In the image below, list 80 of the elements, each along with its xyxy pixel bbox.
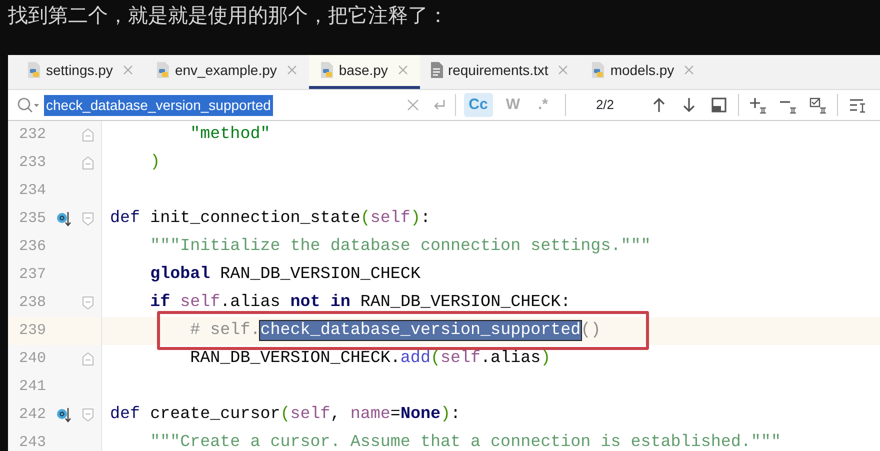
fold-icon <box>82 296 94 310</box>
close-icon <box>682 63 696 77</box>
code-token: ) <box>440 405 451 424</box>
code-token: init_connection_state <box>150 209 360 228</box>
code-token: """Initialize the database connection settings.""" <box>150 237 651 256</box>
line-number: 240 <box>18 348 46 369</box>
code-token: RAN_DB_VERSION_CHECK <box>220 265 420 284</box>
code-token: : <box>450 405 461 424</box>
code-token: global <box>150 265 210 284</box>
code-token: not in <box>290 293 350 312</box>
file-tab[interactable]: requirements.txt <box>420 55 580 89</box>
code-token: () <box>580 321 601 340</box>
file-tab[interactable]: env_example.py <box>144 55 309 89</box>
code-token: ) <box>410 209 420 228</box>
select-all-occurrences-icon <box>809 96 827 114</box>
code-token: : <box>420 209 430 228</box>
line-number: 232 <box>18 124 46 145</box>
search-field[interactable]: check_database_version_supported <box>44 94 273 116</box>
search-match: check_database_version_supported <box>260 321 581 340</box>
text-file-icon <box>430 61 444 79</box>
line-number: 235 <box>18 208 46 229</box>
clear-icon <box>404 97 421 113</box>
file-tab[interactable]: models.py <box>580 55 706 89</box>
code-token: ( <box>430 349 440 368</box>
code-token: def <box>110 405 142 424</box>
file-tab[interactable]: settings.py <box>16 55 145 89</box>
code-token: ( <box>360 209 370 228</box>
override-marker-icon <box>56 406 72 424</box>
fold-icon <box>82 408 94 422</box>
code-token: if <box>150 293 170 312</box>
code-token: """Create a cursor. Assume that a connection is established.""" <box>150 433 781 451</box>
line-number: 236 <box>18 236 46 257</box>
line-number: 241 <box>18 376 46 397</box>
code-token: self <box>440 349 481 368</box>
line-number: 239 <box>18 320 46 341</box>
python-file-icon <box>318 61 335 79</box>
code-token: # self. <box>190 321 260 340</box>
code-token: self <box>180 293 220 312</box>
code-token: def <box>110 209 142 228</box>
line-number: 242 <box>18 404 46 425</box>
code-token: ) <box>540 349 551 368</box>
square-icon <box>710 96 728 114</box>
code-token: name <box>350 405 390 424</box>
override-marker-icon <box>56 210 72 228</box>
code-token: .alias <box>480 349 541 368</box>
code-token: RAN_DB_VERSION_CHECK: <box>360 293 571 312</box>
close-icon <box>396 63 410 77</box>
close-icon <box>120 63 135 77</box>
code-token: , <box>330 405 342 424</box>
line-number: 233 <box>18 152 46 173</box>
python-file-icon <box>154 61 171 79</box>
close-icon <box>556 63 570 77</box>
match-count: 2/2 <box>594 96 616 114</box>
code-token: .alias <box>220 293 282 312</box>
line-number: 243 <box>18 432 46 451</box>
line-number: 238 <box>18 292 46 313</box>
code-token: "method" <box>190 125 270 144</box>
fold-end-icon <box>82 128 94 142</box>
add-occurrence-icon <box>749 96 767 114</box>
file-tab[interactable]: base.py <box>308 55 420 89</box>
python-file-icon <box>26 61 42 79</box>
code-token: RAN_DB_VERSION_CHECK. <box>190 349 400 368</box>
code-token: self <box>290 405 330 424</box>
code-token: = <box>390 405 400 424</box>
code-token: ( <box>280 405 290 424</box>
python-file-icon <box>590 61 606 79</box>
code-token: ) <box>150 153 160 172</box>
filter-icon <box>848 96 866 114</box>
line-number: 237 <box>18 264 46 285</box>
fold-end-icon <box>82 156 94 170</box>
close-icon <box>284 63 299 77</box>
code-token: None <box>400 405 440 424</box>
fold-end-icon <box>82 352 94 366</box>
code-token: add <box>400 349 430 368</box>
search-icon <box>16 96 40 114</box>
line-number: 234 <box>18 180 46 201</box>
code-token: self <box>370 209 410 228</box>
code-token: create_cursor <box>150 405 280 424</box>
caption-text: 找到第二个，就是就是使用的那个，把它注释了： <box>7 2 449 29</box>
fold-icon <box>82 212 94 226</box>
